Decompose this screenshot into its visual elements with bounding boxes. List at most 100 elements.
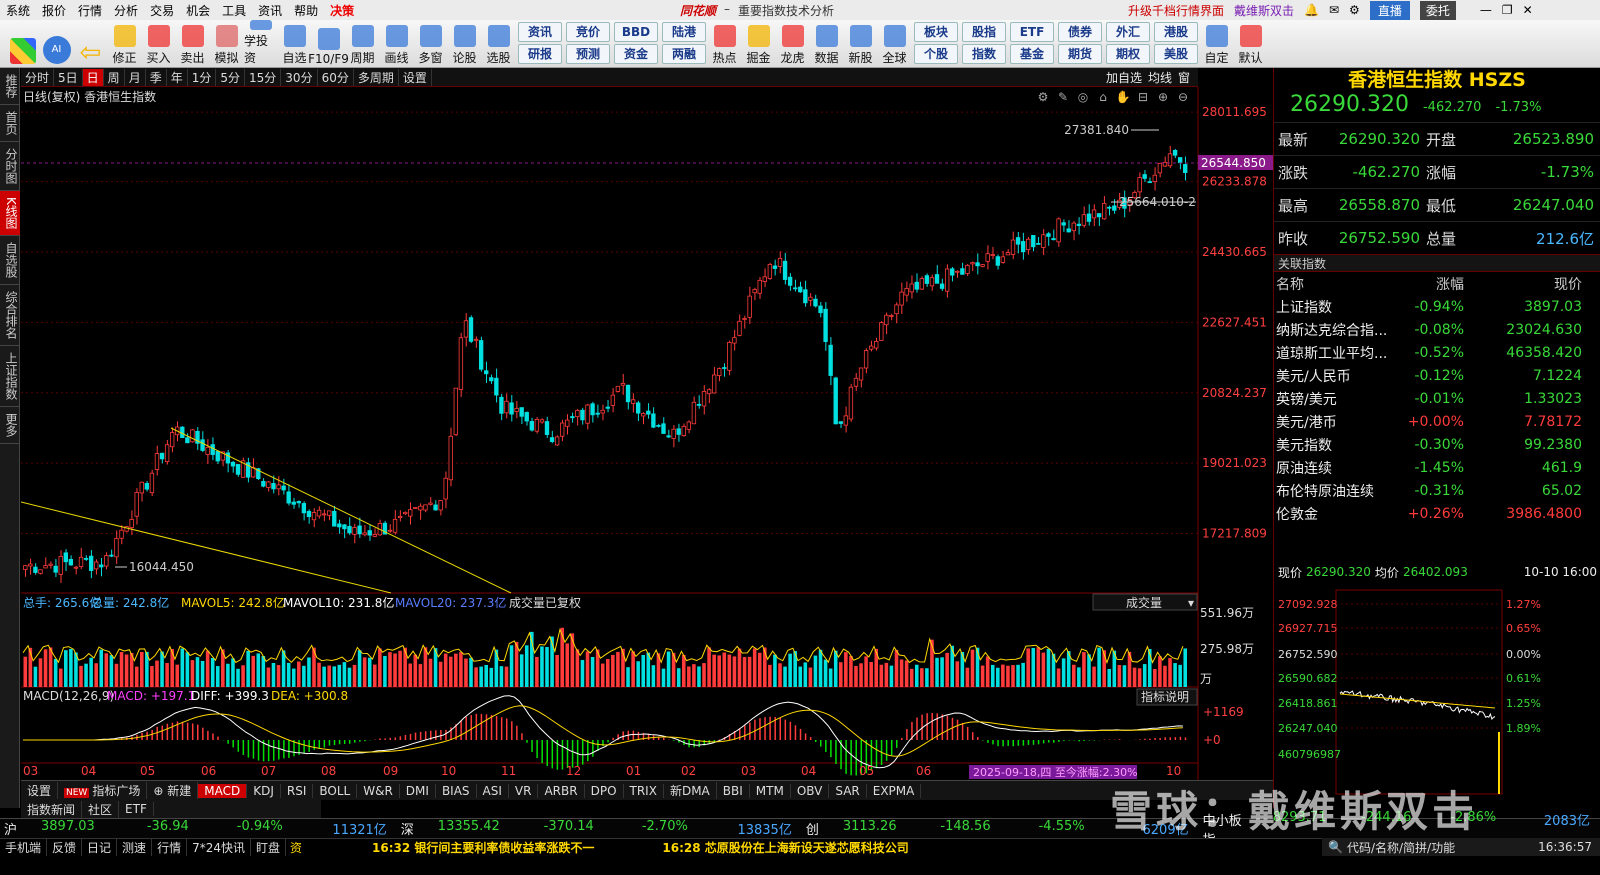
toolbar-button-1[interactable]: 买入 bbox=[142, 20, 175, 66]
volume-bar[interactable] bbox=[844, 652, 848, 687]
kline-candle[interactable] bbox=[939, 283, 945, 289]
related-row[interactable]: 布伦特原油连续 -0.31% 65.02 bbox=[1274, 479, 1600, 502]
kline-candle[interactable] bbox=[281, 485, 286, 491]
period-tab-11[interactable]: 60分 bbox=[318, 68, 354, 86]
toolbar-button-4[interactable]: 学投资 bbox=[244, 20, 277, 66]
volume-bar[interactable] bbox=[737, 648, 742, 687]
kline-candle[interactable] bbox=[691, 401, 697, 425]
kline-candle[interactable] bbox=[808, 296, 813, 301]
menu-item-7[interactable]: 资讯 bbox=[252, 2, 288, 19]
period-tab-6[interactable]: 年 bbox=[167, 68, 188, 86]
volume-bar[interactable] bbox=[413, 654, 418, 687]
kline-candle[interactable] bbox=[276, 484, 281, 490]
menu-item-0[interactable]: 系统 bbox=[0, 2, 36, 19]
kline-candle[interactable] bbox=[271, 483, 276, 490]
kline-candle[interactable] bbox=[205, 446, 210, 455]
kline-candle[interactable] bbox=[402, 511, 408, 515]
kline-candle[interactable] bbox=[717, 368, 722, 376]
volume-bar[interactable] bbox=[763, 647, 767, 687]
volume-bar[interactable] bbox=[479, 666, 483, 687]
volume-bar[interactable] bbox=[606, 658, 610, 687]
volume-bar[interactable] bbox=[707, 647, 711, 687]
kline-candle[interactable] bbox=[1172, 150, 1178, 156]
kline-candle[interactable] bbox=[266, 481, 271, 488]
volume-bar[interactable] bbox=[1153, 668, 1157, 687]
bottom-tab-1[interactable]: 社区 bbox=[82, 800, 120, 818]
kline-candle[interactable] bbox=[585, 404, 590, 424]
toolbar-button-10[interactable]: 论股 bbox=[448, 20, 481, 66]
kline-candle[interactable] bbox=[646, 410, 651, 415]
kline-candle[interactable] bbox=[625, 384, 631, 403]
volume-bar[interactable] bbox=[195, 657, 200, 687]
volume-bar[interactable] bbox=[499, 666, 504, 687]
kline-candle[interactable] bbox=[342, 524, 347, 530]
kline-candle[interactable] bbox=[484, 370, 489, 375]
volume-bar[interactable] bbox=[813, 655, 818, 687]
kline-candle[interactable] bbox=[787, 276, 793, 286]
kline-candle[interactable] bbox=[1000, 256, 1006, 263]
kline-candle[interactable] bbox=[1137, 177, 1142, 193]
kline-candle[interactable] bbox=[560, 422, 565, 437]
kline-candle[interactable] bbox=[332, 510, 337, 527]
kline-candle[interactable] bbox=[868, 345, 874, 350]
kline-candle[interactable] bbox=[473, 338, 479, 341]
volume-bar[interactable] bbox=[464, 658, 468, 687]
kline-candle[interactable] bbox=[109, 554, 114, 557]
volume-bar[interactable] bbox=[712, 654, 716, 687]
indicator-tab-0[interactable]: 设置 bbox=[21, 782, 59, 799]
kline-candle[interactable] bbox=[478, 340, 484, 370]
kline-candle[interactable] bbox=[828, 344, 833, 376]
kline-candle[interactable] bbox=[1031, 235, 1036, 248]
kline-candle[interactable] bbox=[352, 527, 357, 535]
kline-candle[interactable] bbox=[291, 501, 296, 505]
volume-bar[interactable] bbox=[1011, 665, 1015, 687]
kline-candle[interactable] bbox=[818, 305, 823, 314]
volume-bar[interactable] bbox=[636, 661, 640, 687]
volume-bar[interactable] bbox=[1026, 648, 1030, 687]
volume-bar[interactable] bbox=[58, 668, 63, 687]
kline-candle[interactable] bbox=[894, 304, 899, 315]
volume-bar[interactable] bbox=[474, 667, 478, 687]
toolbar-grid-button-2-0[interactable]: BBD bbox=[614, 22, 658, 42]
kline-candle[interactable] bbox=[73, 566, 79, 569]
volume-bar[interactable] bbox=[448, 656, 453, 687]
volume-bar[interactable] bbox=[134, 666, 139, 687]
close-icon[interactable]: ✕ bbox=[1523, 3, 1533, 17]
volume-bar[interactable] bbox=[1046, 648, 1051, 687]
volume-bar[interactable] bbox=[580, 659, 585, 687]
volume-bar[interactable] bbox=[1041, 652, 1046, 687]
kline-candle[interactable] bbox=[843, 415, 849, 426]
kline-candle[interactable] bbox=[980, 264, 985, 267]
kline-candle[interactable] bbox=[671, 428, 676, 439]
volume-bar[interactable] bbox=[757, 652, 762, 687]
kline-candle[interactable] bbox=[433, 504, 438, 511]
kline-candle[interactable] bbox=[347, 526, 352, 534]
indicator-tab-6[interactable]: BOLL bbox=[313, 783, 358, 798]
ai-button[interactable]: AI bbox=[40, 20, 73, 66]
volume-bar[interactable] bbox=[823, 659, 828, 687]
kline-candle[interactable] bbox=[762, 276, 767, 283]
volume-bar[interactable] bbox=[261, 656, 266, 687]
toolbar-button-5[interactable]: 自选 bbox=[278, 20, 311, 66]
related-row[interactable]: 道琼斯工业平均... -0.52% 46358.420 bbox=[1274, 341, 1600, 364]
menu-item-6[interactable]: 工具 bbox=[216, 2, 252, 19]
volume-bar[interactable] bbox=[200, 660, 205, 687]
kline-candle[interactable] bbox=[727, 342, 732, 371]
volume-bar[interactable] bbox=[732, 656, 737, 687]
volume-bar[interactable] bbox=[266, 667, 271, 687]
kline-candle[interactable] bbox=[23, 565, 28, 570]
toolbar2-button-4[interactable]: 新股 bbox=[844, 20, 877, 66]
volume-bar[interactable] bbox=[697, 666, 701, 687]
kline-candle[interactable] bbox=[737, 320, 742, 336]
period-tab-3[interactable]: 周 bbox=[104, 68, 125, 86]
period-tab-2[interactable]: 日 bbox=[82, 68, 104, 86]
toolbar-button-2[interactable]: 卖出 bbox=[176, 20, 209, 66]
kline-candle[interactable] bbox=[1183, 164, 1188, 173]
kline-candle[interactable] bbox=[1020, 241, 1026, 253]
kline-candle[interactable] bbox=[63, 552, 68, 563]
toolbar-grid2-button-1-1[interactable]: 指数 bbox=[962, 44, 1006, 64]
toolbar-grid2-button-2-0[interactable]: ETF bbox=[1010, 22, 1054, 42]
settings-icon[interactable]: ⚙ bbox=[1349, 3, 1360, 17]
volume-bar[interactable] bbox=[1082, 652, 1086, 687]
indicator-tab-1[interactable]: NEW 指标广场 bbox=[58, 782, 148, 799]
